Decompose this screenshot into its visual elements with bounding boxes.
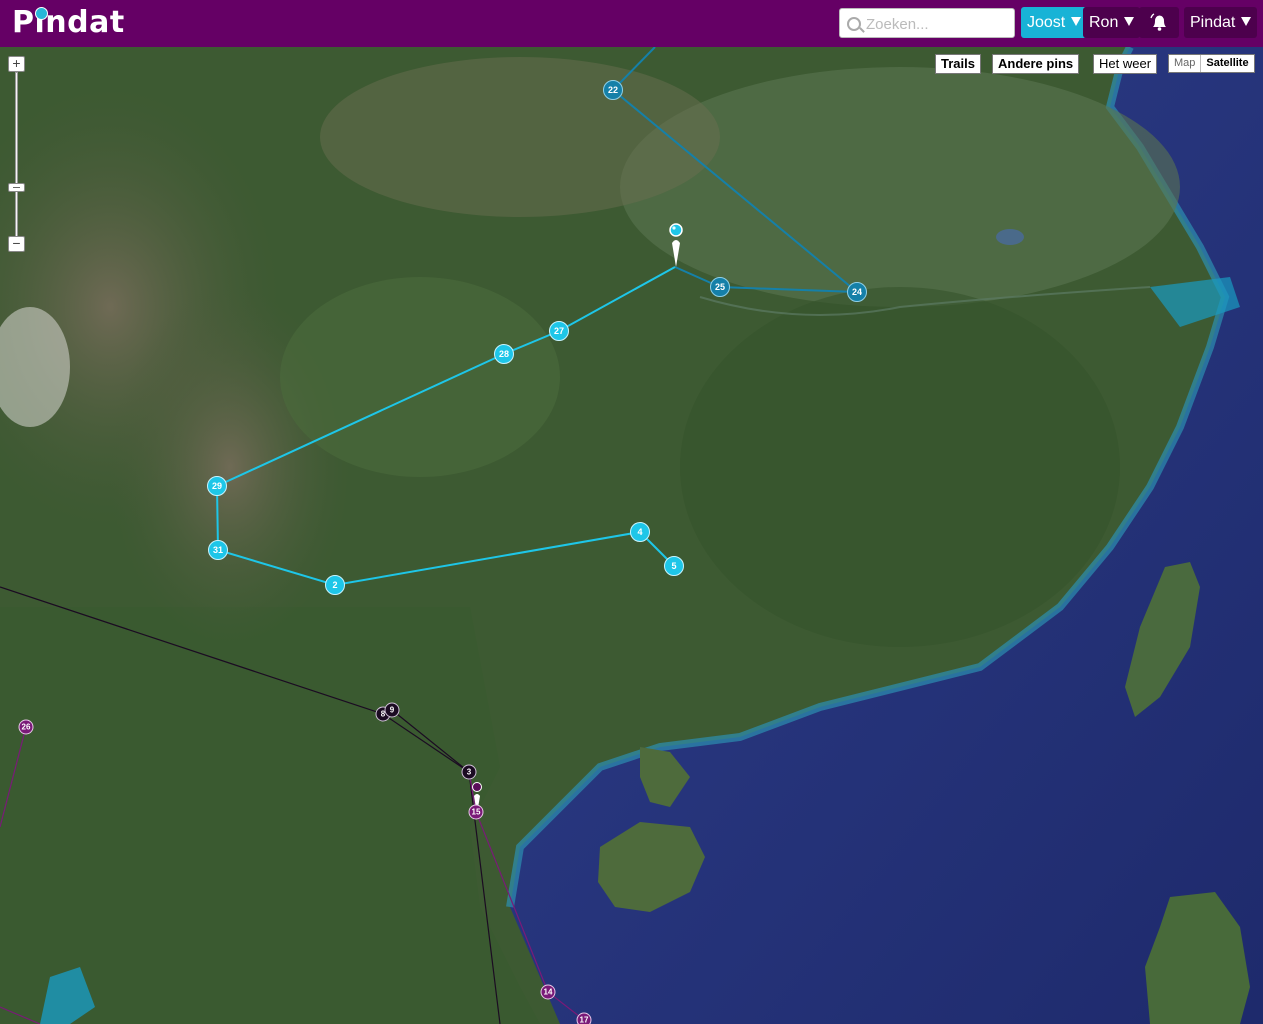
- logo-text: Pindat: [12, 5, 125, 40]
- caret-down-icon: [1124, 17, 1135, 27]
- app-menu-label: Pindat: [1190, 14, 1236, 31]
- trails-toggle[interactable]: Trails: [935, 54, 981, 74]
- other-pins-toggle[interactable]: Andere pins: [992, 54, 1080, 74]
- logo-pin-icon: [35, 7, 48, 20]
- trail-marker[interactable]: 3: [461, 764, 477, 780]
- trail-marker[interactable]: 28: [494, 344, 514, 364]
- map-type-control: Map Satellite: [1168, 54, 1255, 73]
- trail-marker[interactable]: 29: [207, 476, 227, 496]
- zoom-in-button[interactable]: +: [8, 56, 25, 72]
- trail-marker[interactable]: 9: [384, 702, 400, 718]
- trail-marker[interactable]: 26: [18, 719, 34, 735]
- trail-marker[interactable]: 4: [630, 522, 650, 542]
- top-navigation-bar: Pindat Joost Ron Pindat: [0, 0, 1263, 47]
- bell-icon: [1150, 13, 1166, 31]
- user-menu-ron[interactable]: Ron: [1083, 7, 1141, 38]
- user-menu-joost-label: Joost: [1027, 14, 1066, 31]
- pindat-logo[interactable]: Pindat: [12, 3, 125, 43]
- trail-marker[interactable]: 17: [576, 1012, 592, 1024]
- app-menu-button[interactable]: Pindat: [1184, 7, 1258, 38]
- user-menu-joost[interactable]: Joost: [1021, 7, 1088, 38]
- zoom-out-button[interactable]: −: [8, 236, 25, 252]
- satellite-map[interactable]: 22 25 24 27 28 29 31 2 4 5 8 9 3 15 26 1…: [0, 47, 1263, 1024]
- zoom-control: + −: [8, 56, 26, 256]
- trail-marker[interactable]: 24: [847, 282, 867, 302]
- trail-marker[interactable]: 22: [603, 80, 623, 100]
- weather-toggle[interactable]: Het weer: [1093, 54, 1158, 74]
- trail-marker[interactable]: 25: [710, 277, 730, 297]
- trail-marker[interactable]: 2: [325, 575, 345, 595]
- zoom-slider-track[interactable]: [15, 72, 18, 240]
- zoom-slider-thumb[interactable]: [8, 183, 25, 192]
- trail-markers: 22 25 24 27 28 29 31 2 4 5 8 9 3 15 26 1…: [0, 47, 1263, 1024]
- trail-marker[interactable]: 27: [549, 321, 569, 341]
- search-input[interactable]: [864, 11, 1013, 37]
- search-icon: [847, 17, 861, 31]
- search-box: [839, 8, 1015, 38]
- map-type-satellite[interactable]: Satellite: [1201, 55, 1253, 72]
- trail-marker[interactable]: 31: [208, 540, 228, 560]
- map-type-map[interactable]: Map: [1169, 55, 1202, 72]
- trail-marker[interactable]: 14: [540, 984, 556, 1000]
- caret-down-icon: [1241, 17, 1252, 27]
- caret-down-icon: [1071, 17, 1082, 27]
- notifications-button[interactable]: [1139, 7, 1179, 38]
- user-menu-ron-label: Ron: [1089, 14, 1119, 31]
- trail-marker[interactable]: 15: [468, 804, 484, 820]
- trail-marker[interactable]: 5: [664, 556, 684, 576]
